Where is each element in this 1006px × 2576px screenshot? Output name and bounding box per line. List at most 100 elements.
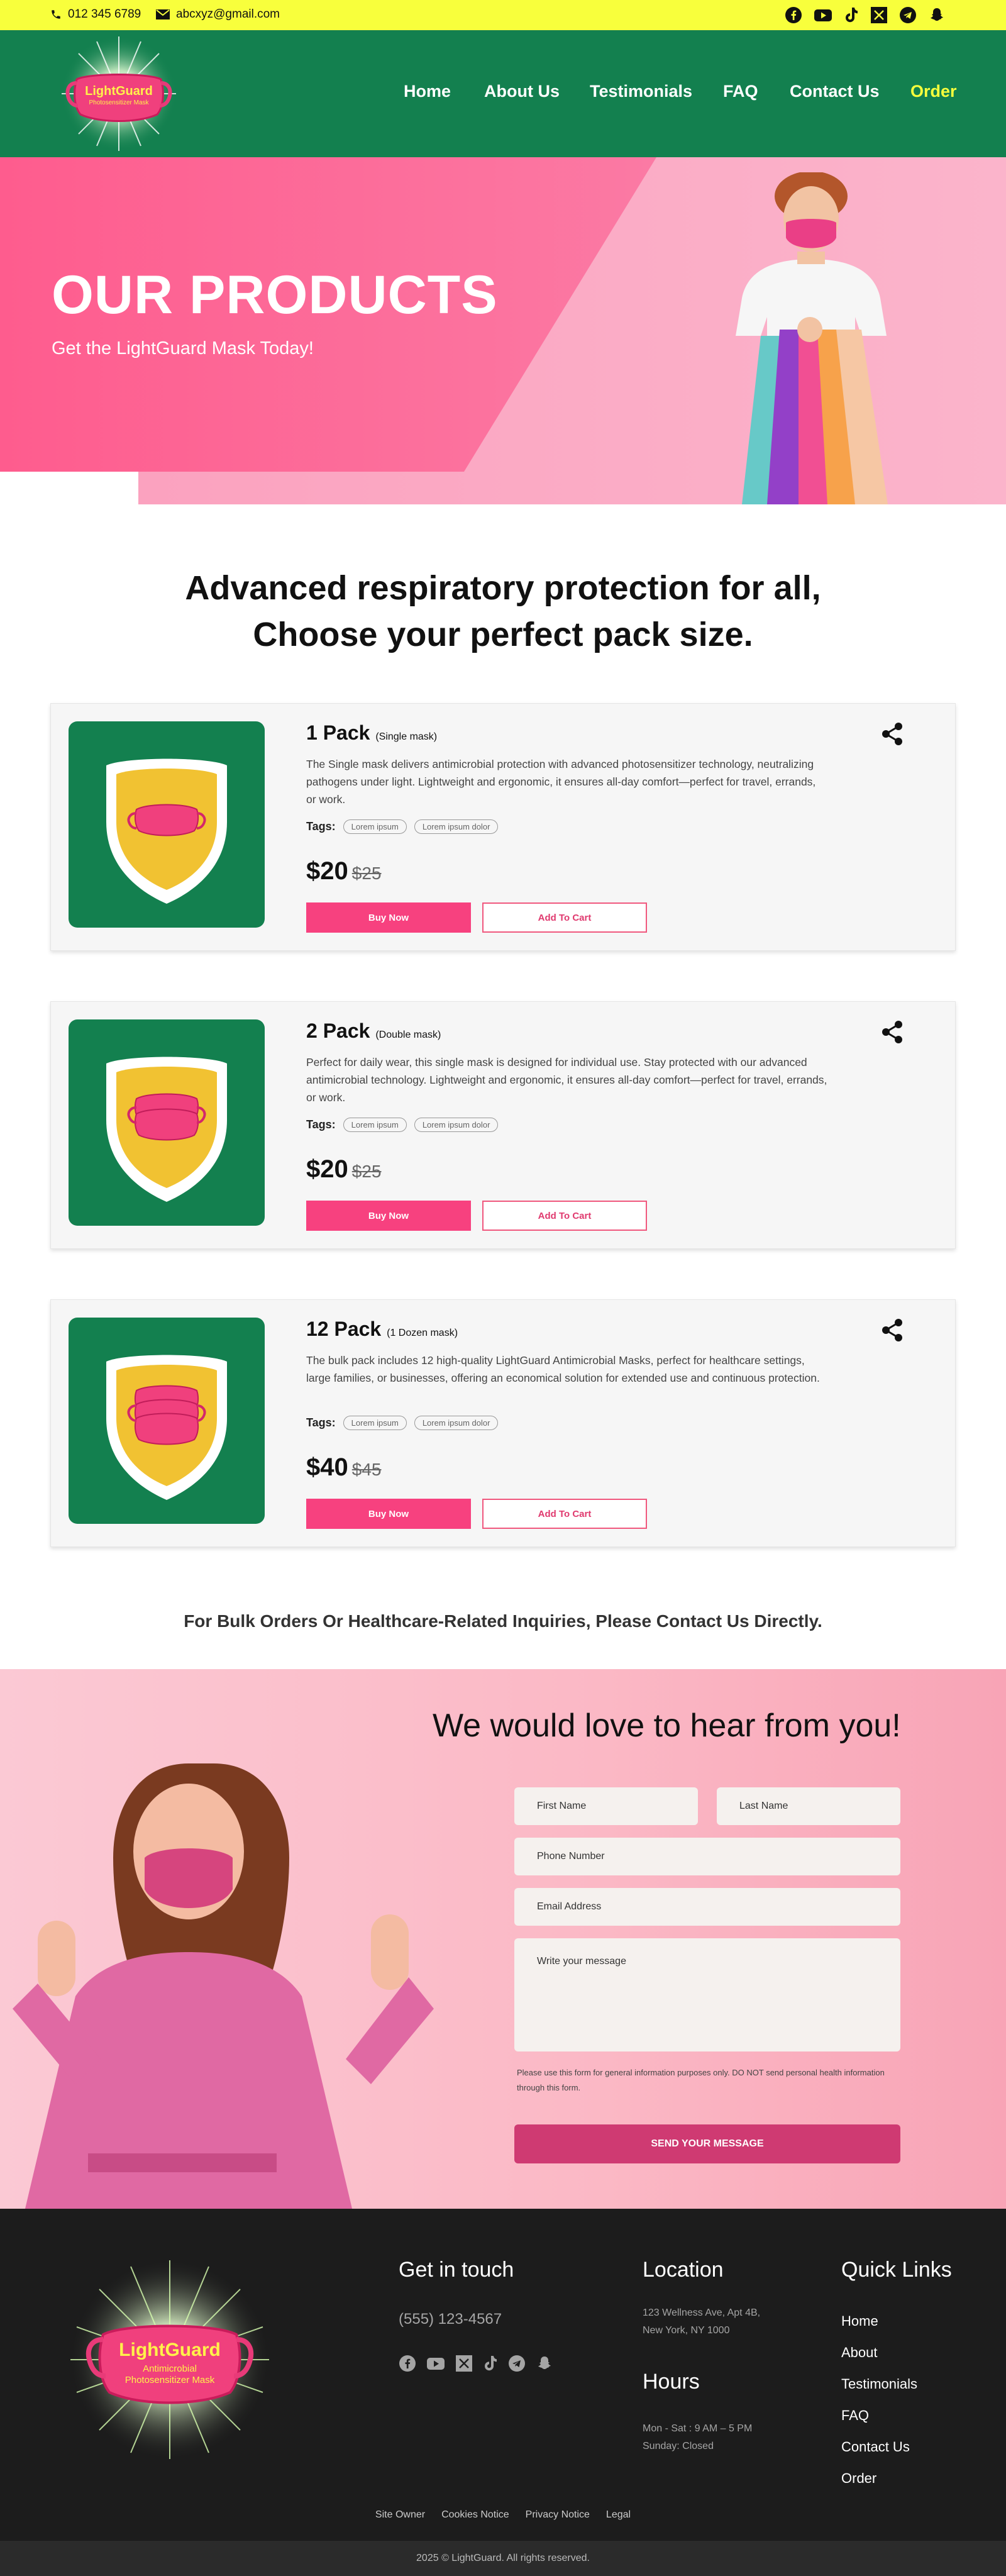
add-to-cart-button[interactable]: Add To Cart (482, 902, 647, 933)
buy-now-button[interactable]: Buy Now (306, 1201, 471, 1231)
nav-order[interactable]: Order (910, 82, 957, 101)
buy-now-button[interactable]: Buy Now (306, 902, 471, 933)
product-name: 1 Pack (Single mask) (306, 721, 437, 745)
snapchat-icon[interactable] (536, 2355, 553, 2375)
product-qualifier: (Double mask) (375, 1030, 441, 1040)
header-logo-text: LightGuard (85, 84, 153, 98)
facebook-icon[interactable] (785, 6, 802, 27)
topbar-phone[interactable]: 012 345 6789 (50, 8, 141, 21)
phone-number-field[interactable]: Phone Number (514, 1838, 900, 1875)
message-field[interactable]: Write your message (514, 1938, 900, 2051)
product-name: 12 Pack (1 Dozen mask) (306, 1318, 458, 1341)
share-icon[interactable] (880, 721, 905, 750)
product-name: 2 Pack (Double mask) (306, 1019, 441, 1043)
product-price: $20 $25 (306, 857, 381, 886)
footer-link-faq[interactable]: FAQ (841, 2407, 869, 2424)
footer-get-in-touch-heading: Get in touch (399, 2258, 514, 2282)
tag-chip[interactable]: Lorem ipsum (343, 1118, 407, 1132)
product-card-12-pack: 12 Pack (1 Dozen mask) The bulk pack inc… (50, 1299, 956, 1547)
footer-link-about[interactable]: About (841, 2345, 878, 2361)
current-price: $40 (306, 1453, 348, 1481)
footer-logo-text: LightGuard (119, 2340, 221, 2360)
product-tags: Tags: Lorem ipsum Lorem ipsum dolor (306, 1118, 499, 1132)
header-logo-sub: Photosensitizer Mask (89, 99, 149, 106)
product-image (69, 721, 265, 928)
first-name-placeholder: First Name (537, 1801, 587, 1811)
footer-address: 123 Wellness Ave, Apt 4B, New York, NY 1… (643, 2304, 760, 2340)
nav-home[interactable]: Home (404, 82, 451, 101)
tag-chip[interactable]: Lorem ipsum dolor (414, 1118, 499, 1132)
telegram-icon[interactable] (899, 6, 917, 27)
tag-chip[interactable]: Lorem ipsum (343, 819, 407, 834)
youtube-icon[interactable] (814, 6, 832, 27)
topbar-email-text: abcxyz@gmail.com (176, 8, 280, 21)
product-title: 1 Pack (306, 721, 370, 744)
footer-address-line2: New York, NY 1000 (643, 2325, 730, 2336)
send-message-button[interactable]: SEND YOUR MESSAGE (514, 2124, 900, 2163)
tag-chip[interactable]: Lorem ipsum dolor (414, 819, 499, 834)
nav-faq[interactable]: FAQ (723, 82, 758, 101)
tiktok-icon[interactable] (844, 6, 859, 27)
topbar-email[interactable]: abcxyz@gmail.com (156, 8, 280, 21)
tag-chip[interactable]: Lorem ipsum dolor (414, 1416, 499, 1430)
nav-about-us[interactable]: About Us (484, 82, 560, 101)
nav-testimonials[interactable]: Testimonials (590, 82, 692, 101)
tags-label: Tags: (306, 820, 336, 833)
header-logo[interactable]: LightGuard Photosensitizer Mask (52, 34, 186, 153)
contact-model-illustration (13, 1763, 434, 2209)
add-to-cart-button[interactable]: Add To Cart (482, 1201, 647, 1231)
footer-link-home[interactable]: Home (841, 2313, 878, 2329)
x-icon[interactable] (870, 6, 888, 27)
contact-title: We would love to hear from you! (433, 1707, 901, 1744)
product-qualifier: (1 Dozen mask) (387, 1328, 458, 1338)
nav-contact-us[interactable]: Contact Us (790, 82, 880, 101)
legal-link-legal[interactable]: Legal (606, 2509, 631, 2521)
footer-logo[interactable]: LightGuard Antimicrobial Photosensitizer… (58, 2258, 282, 2462)
product-description: The bulk pack includes 12 high-quality L… (306, 1354, 820, 1384)
phone-icon (50, 9, 62, 20)
email-address-field[interactable]: Email Address (514, 1888, 900, 1926)
legal-link-cookies-notice[interactable]: Cookies Notice (441, 2509, 509, 2521)
product-image (69, 1318, 265, 1524)
product-card-1-pack: 1 Pack (Single mask) The Single mask del… (50, 703, 956, 951)
last-name-field[interactable]: Last Name (717, 1787, 900, 1825)
section-heading-line1: Advanced respiratory protection for all, (185, 569, 821, 607)
buy-now-button[interactable]: Buy Now (306, 1499, 471, 1529)
product-price: $40 $45 (306, 1453, 381, 1482)
legal-link-site-owner[interactable]: Site Owner (375, 2509, 425, 2521)
tag-chip[interactable]: Lorem ipsum (343, 1416, 407, 1430)
footer-copyright-bar: 2025 © LightGuard. All rights reserved. (0, 2541, 1006, 2576)
telegram-icon[interactable] (508, 2355, 526, 2375)
top-contact-bar: 012 345 6789 abcxyz@gmail.com (0, 0, 1006, 30)
add-to-cart-button[interactable]: Add To Cart (482, 1499, 647, 1529)
footer-link-order[interactable]: Order (841, 2470, 876, 2487)
footer-hours-line1: Mon - Sat : 9 AM – 5 PM (643, 2423, 753, 2434)
share-icon[interactable] (880, 1019, 905, 1048)
copyright-text: 2025 © LightGuard. All rights reserved. (416, 2553, 590, 2563)
footer-phone[interactable]: (555) 123-4567 (399, 2311, 502, 2328)
product-tags: Tags: Lorem ipsum Lorem ipsum dolor (306, 819, 499, 834)
snapchat-icon[interactable] (928, 6, 946, 27)
footer-hours-heading: Hours (643, 2370, 700, 2394)
product-qualifier: (Single mask) (375, 731, 438, 742)
x-icon[interactable] (455, 2355, 473, 2375)
product-price: $20 $25 (306, 1155, 381, 1184)
last-name-placeholder: Last Name (739, 1801, 788, 1811)
youtube-icon[interactable] (426, 2355, 445, 2375)
legal-link-privacy-notice[interactable]: Privacy Notice (526, 2509, 590, 2521)
section-heading: Advanced respiratory protection for all,… (0, 565, 1006, 658)
tags-label: Tags: (306, 1416, 336, 1429)
message-placeholder: Write your message (537, 1956, 626, 1967)
facebook-icon[interactable] (399, 2355, 416, 2375)
product-card-2-pack: 2 Pack (Double mask) Perfect for daily w… (50, 1001, 956, 1249)
product-image (69, 1019, 265, 1226)
footer-link-contact-us[interactable]: Contact Us (841, 2439, 910, 2455)
tiktok-icon[interactable] (483, 2355, 498, 2375)
old-price: $25 (351, 1162, 382, 1181)
footer-link-testimonials[interactable]: Testimonials (841, 2376, 917, 2392)
footer-hours: Mon - Sat : 9 AM – 5 PM Sunday: Closed (643, 2420, 752, 2455)
tags-label: Tags: (306, 1118, 336, 1131)
section-heading-line2: Choose your perfect pack size. (253, 616, 753, 653)
share-icon[interactable] (880, 1318, 905, 1346)
first-name-field[interactable]: First Name (514, 1787, 698, 1825)
